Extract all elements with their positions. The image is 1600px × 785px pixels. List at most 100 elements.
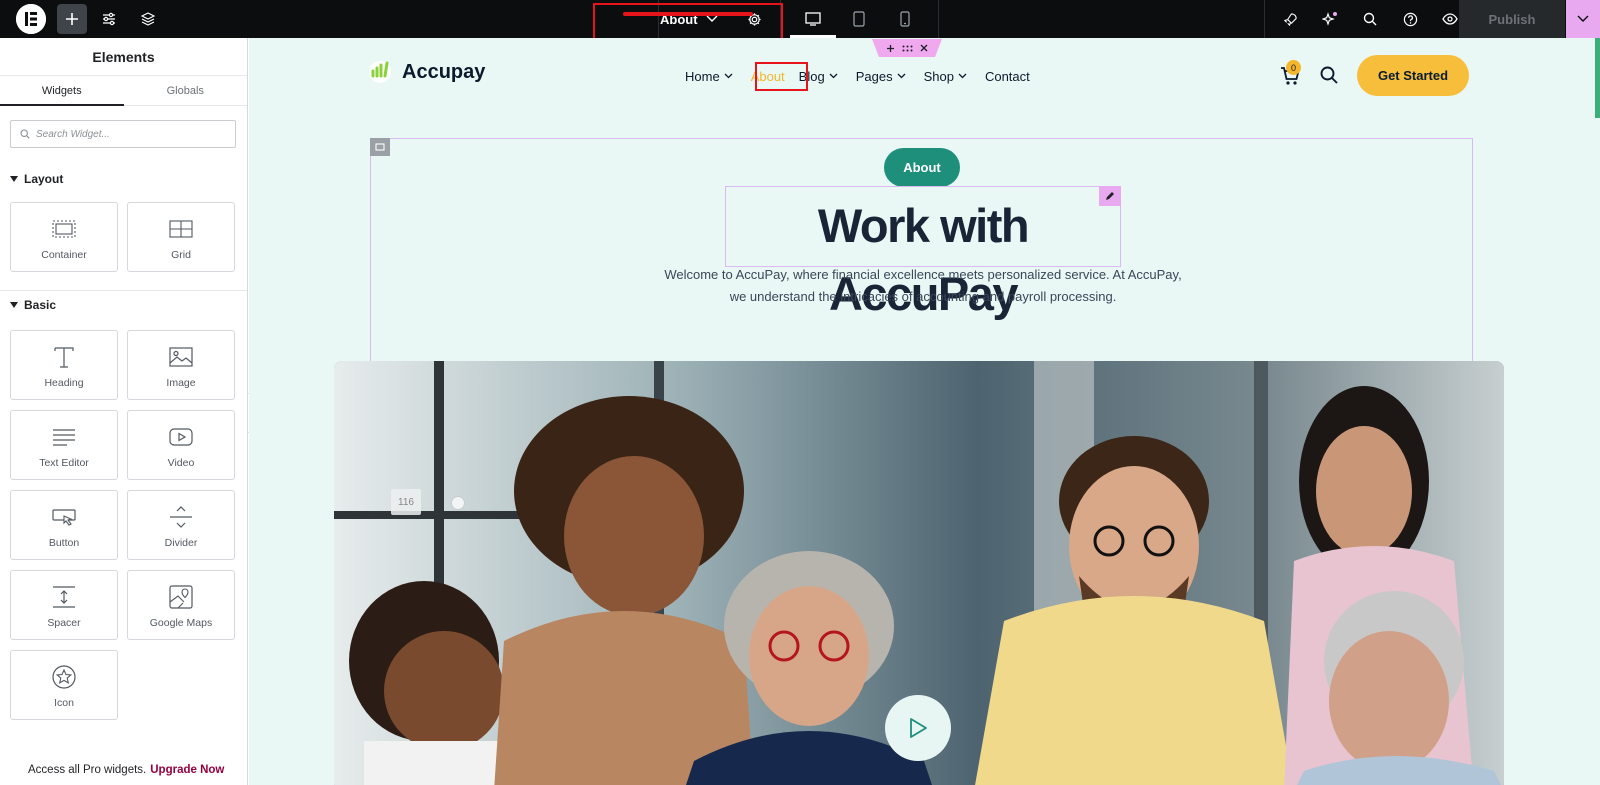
panel-title: Elements [0,38,247,76]
widget-search-input[interactable]: Search Widget... [10,120,236,148]
spacer-icon [53,586,75,608]
search-placeholder: Search Widget... [36,128,110,140]
map-icon [169,585,193,609]
help-button[interactable] [1399,0,1421,38]
divider-icon [170,506,192,528]
star-icon [52,665,76,689]
edit-heading-button[interactable] [1099,186,1121,206]
notifications-button[interactable] [1319,0,1341,38]
chevron-down-icon [724,73,733,79]
widget-label: Button [48,537,80,549]
widget-spacer[interactable]: Spacer [10,570,118,640]
pro-upsell-banner: Access all Pro widgets. Upgrade Now [0,755,247,785]
play-icon [910,718,927,738]
canvas-scrollbar[interactable] [1595,38,1600,118]
get-started-button[interactable]: Get Started [1357,55,1469,96]
search-icon [20,129,30,139]
nav-label: Shop [923,68,954,84]
preview-button[interactable] [1439,0,1461,38]
tab-widgets[interactable]: Widgets [0,76,124,106]
video-icon [169,428,193,446]
nav-label: Pages [855,68,893,84]
annotation-line [623,12,753,16]
rocket-icon [1283,12,1297,26]
widget-label: Grid [171,249,191,261]
sliders-icon [103,12,115,26]
pencil-icon [1106,192,1114,200]
widget-label: Spacer [47,617,81,629]
site-search-button[interactable] [1320,66,1338,84]
finder-button[interactable] [1359,0,1381,38]
elementor-logo-icon [16,4,46,34]
site-logo[interactable]: Accupay [368,60,485,84]
widget-label: Container [41,249,87,261]
site-logo-text: Accupay [402,60,486,83]
widget-button[interactable]: Button [10,490,118,560]
widget-label: Icon [54,697,74,709]
image-icon [169,347,193,367]
upsell-text: Access all Pro widgets. [28,764,147,776]
widget-label: Text Editor [39,457,89,469]
mobile-icon [900,11,910,27]
nav-item-contact[interactable]: Contact [985,66,1030,86]
layers-icon [141,12,155,26]
category-label: Basic [24,298,57,312]
structure-button[interactable] [137,0,159,38]
launchpad-button[interactable] [1279,0,1301,38]
close-icon[interactable] [920,44,928,52]
main-navigation: Home About Blog Pages Shop Contact [685,66,1048,86]
tablet-icon [853,11,865,27]
device-desktop-button[interactable] [800,0,826,38]
category-basic-toggle[interactable]: Basic [10,298,56,312]
upgrade-now-link[interactable]: Upgrade Now [150,764,224,776]
widget-heading[interactable]: Heading [10,330,118,400]
drag-handle-icon[interactable] [902,45,913,52]
accupay-logo-icon [369,61,391,83]
category-label: Layout [24,172,64,186]
publish-options-button[interactable] [1566,0,1600,38]
widget-container[interactable]: Container [10,202,118,272]
spacer-drag-handle[interactable] [451,496,465,510]
search-icon [1320,66,1338,84]
widget-video[interactable]: Video [127,410,235,480]
video-play-button[interactable] [885,695,951,761]
hero-subtitle[interactable]: Welcome to AccuPay, where financial exce… [649,264,1197,308]
widget-label: Divider [164,537,198,549]
caret-down-icon [10,176,18,182]
eye-icon [1442,13,1458,25]
help-icon [1403,12,1417,26]
widget-google-maps[interactable]: Google Maps [127,570,235,640]
editor-topbar: About Publish [0,0,1600,50]
nav-label: Contact [984,68,1030,84]
device-tablet-button[interactable] [846,0,872,38]
chevron-down-icon [1577,15,1589,22]
widget-image[interactable]: Image [127,330,235,400]
widget-divider[interactable]: Divider [127,490,235,560]
site-settings-button[interactable] [98,0,120,38]
elements-panel: Elements Widgets Globals Search Widget..… [0,38,248,785]
publish-button[interactable]: Publish [1459,0,1565,38]
widget-grid[interactable]: Grid [127,202,235,272]
widget-icon[interactable]: Icon [10,650,118,720]
widget-text-editor[interactable]: Text Editor [10,410,118,480]
plus-icon [66,13,78,25]
subtitle-line: Welcome to AccuPay, where financial exce… [664,267,1182,282]
device-mobile-button[interactable] [892,0,918,38]
sparkle-icon [1322,12,1337,26]
search-icon [1363,12,1377,26]
nav-item-pages[interactable]: Pages [856,66,906,86]
nav-item-shop[interactable]: Shop [924,66,967,86]
container-handle[interactable] [370,138,390,156]
editor-canvas: Accupay Home About Blog Pages Shop Conta… [249,38,1600,785]
plus-icon[interactable] [886,44,895,53]
tab-globals[interactable]: Globals [124,76,248,105]
nav-item-home[interactable]: Home [685,66,733,86]
container-icon [52,220,76,238]
panel-tabs: Widgets Globals [0,76,247,106]
elementor-logo-button[interactable] [16,4,46,34]
widget-label: Image [166,377,196,389]
category-layout-toggle[interactable]: Layout [10,172,63,186]
section-toolbar [872,39,942,57]
add-element-button[interactable] [57,4,87,34]
widget-label: Google Maps [149,617,213,629]
